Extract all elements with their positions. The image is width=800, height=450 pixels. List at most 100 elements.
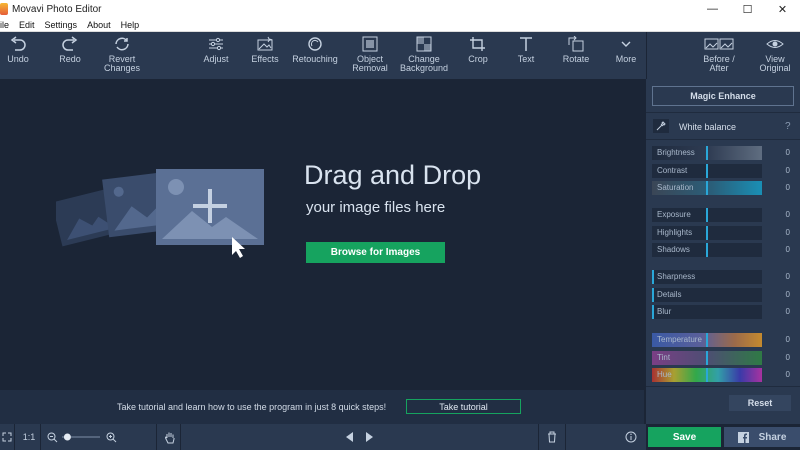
slider-value: 0	[785, 210, 790, 219]
rotate-icon	[568, 36, 584, 52]
crop-button[interactable]: Crop	[460, 32, 496, 79]
slider-hue[interactable]: Hue	[652, 368, 762, 382]
slider-label: Sharpness	[657, 272, 696, 281]
slider-value: 0	[785, 165, 790, 175]
slider-handle[interactable]	[706, 208, 708, 222]
slider-handle[interactable]	[706, 181, 708, 195]
slider-label: Blur	[657, 307, 672, 316]
slider-brightness[interactable]: Brightness	[652, 146, 762, 160]
zoom-in-button[interactable]	[103, 424, 119, 450]
slider-saturation[interactable]: Saturation	[652, 181, 762, 195]
drop-images-illustration	[56, 169, 264, 258]
slider-value: 0	[785, 272, 790, 281]
menu-bar: ile Edit Settings About Help	[0, 18, 800, 32]
slider-details[interactable]: Details	[652, 287, 762, 302]
retouching-button[interactable]: Retouching	[290, 32, 340, 79]
slider-handle[interactable]	[706, 350, 708, 365]
info-button[interactable]	[622, 424, 640, 450]
pan-tool-button[interactable]	[160, 424, 180, 450]
undo-button[interactable]: Undo	[0, 32, 36, 79]
slider-value: 0	[785, 335, 790, 344]
slider-value: 0	[785, 183, 790, 192]
text-button[interactable]: Text	[508, 32, 544, 79]
slider-label: Saturation	[657, 183, 694, 192]
slider-handle[interactable]	[706, 163, 708, 178]
close-button[interactable]: ✕	[765, 0, 800, 18]
actual-size-button[interactable]: 1:1	[18, 424, 40, 450]
slider-handle[interactable]	[652, 305, 654, 319]
slider-handle[interactable]	[706, 368, 708, 382]
reset-button[interactable]: Reset	[729, 395, 791, 411]
slider-shadows[interactable]: Shadows	[652, 243, 762, 257]
magic-enhance-button[interactable]: Magic Enhance	[652, 86, 794, 106]
take-tutorial-button[interactable]: Take tutorial	[406, 399, 521, 414]
rotate-button[interactable]: Rotate	[558, 32, 594, 79]
delete-button[interactable]	[542, 424, 562, 450]
menu-edit[interactable]: Edit	[14, 20, 40, 30]
slider-contrast[interactable]: Contrast	[652, 163, 762, 178]
zoom-in-icon	[106, 432, 116, 442]
slider-handle[interactable]	[706, 243, 708, 257]
slider-highlights[interactable]: Highlights	[652, 225, 762, 240]
slider-tint[interactable]: Tint	[652, 350, 762, 365]
text-label: Text	[517, 54, 535, 64]
slider-value: 0	[785, 245, 790, 254]
maximize-button[interactable]: ☐	[730, 0, 765, 18]
fit-to-screen-button[interactable]	[0, 424, 14, 450]
slider-value: 0	[785, 370, 790, 379]
slider-blur[interactable]: Blur	[652, 305, 762, 319]
slider-exposure[interactable]: Exposure	[652, 208, 762, 222]
slider-label: Shadows	[657, 245, 690, 254]
zoom-slider[interactable]	[60, 431, 102, 443]
menu-about[interactable]: About	[82, 20, 116, 30]
more-label: More	[615, 54, 637, 64]
change-background-label: Change Background	[399, 54, 449, 73]
slider-value: 0	[785, 307, 790, 316]
crop-icon	[470, 37, 485, 51]
object-removal-button[interactable]: Object Removal	[348, 32, 392, 79]
change-background-button[interactable]: Change Background	[398, 32, 450, 79]
slider-sharpness[interactable]: Sharpness	[652, 270, 762, 284]
slider-value: 0	[785, 352, 790, 362]
title-bar: Movavi Photo Editor — ☐ ✕	[0, 0, 800, 18]
view-toolbar: Before / After View Original	[646, 32, 800, 79]
slider-label: Tint	[657, 352, 671, 362]
window-title: Movavi Photo Editor	[12, 3, 102, 15]
menu-file[interactable]: ile	[0, 20, 14, 30]
redo-button[interactable]: Redo	[52, 32, 88, 79]
zoom-out-button[interactable]	[44, 424, 60, 450]
before-after-button[interactable]: Before / After	[699, 32, 739, 79]
white-balance-picker[interactable]	[653, 119, 669, 133]
slider-handle[interactable]	[706, 333, 708, 347]
arrow-left-icon	[346, 432, 353, 442]
zoom-slider-handle[interactable]	[63, 433, 71, 441]
next-image-button[interactable]	[362, 424, 376, 450]
save-button[interactable]: Save	[648, 427, 721, 447]
browse-images-button[interactable]: Browse for Images	[306, 242, 445, 263]
view-original-label: View Original	[759, 54, 791, 73]
slider-temperature[interactable]: Temperature	[652, 333, 762, 347]
effects-button[interactable]: Effects	[245, 32, 285, 79]
help-icon[interactable]: ?	[785, 121, 791, 132]
rotate-label: Rotate	[562, 54, 590, 64]
slider-handle[interactable]	[652, 287, 654, 302]
share-button[interactable]: Share	[724, 427, 800, 447]
minimize-button[interactable]: —	[695, 0, 730, 18]
menu-help[interactable]: Help	[116, 20, 145, 30]
eyedropper-icon	[656, 121, 666, 131]
previous-image-button[interactable]	[343, 424, 357, 450]
slider-label: Highlights	[657, 227, 693, 237]
slider-handle[interactable]	[706, 146, 708, 160]
object-removal-label: Object Removal	[352, 54, 388, 73]
view-original-button[interactable]: View Original	[755, 32, 795, 79]
slider-label: Brightness	[657, 148, 695, 157]
share-label: Share	[758, 431, 787, 443]
slider-handle[interactable]	[706, 225, 708, 240]
slider-handle[interactable]	[652, 270, 654, 284]
menu-settings[interactable]: Settings	[40, 20, 83, 30]
adjust-button[interactable]: Adjust	[196, 32, 236, 79]
drop-subtitle: your image files here	[306, 199, 446, 216]
revert-changes-button[interactable]: Revert Changes	[96, 32, 148, 79]
more-button[interactable]: More	[608, 32, 644, 79]
tutorial-text: Take tutorial and learn how to use the p…	[117, 402, 387, 412]
